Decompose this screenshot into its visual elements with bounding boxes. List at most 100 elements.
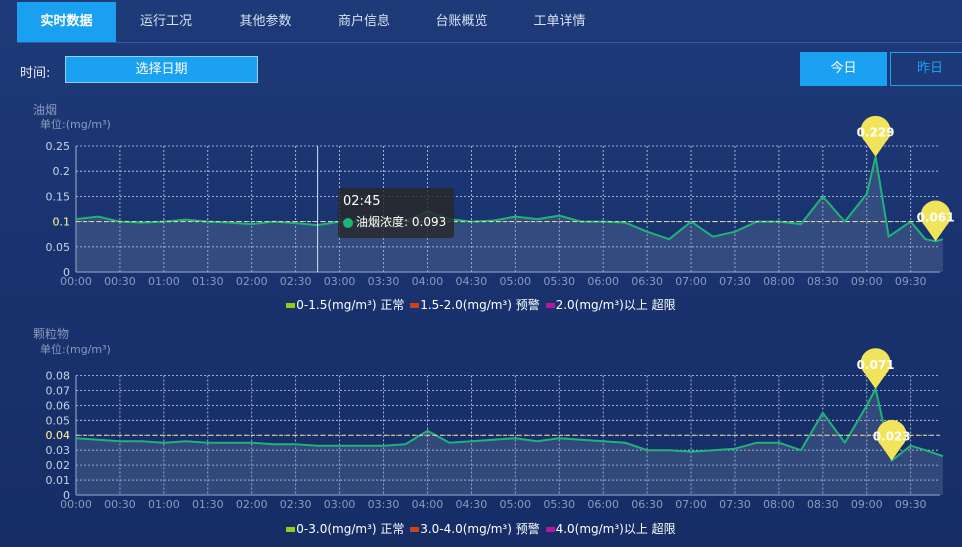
x-tick-label: 01:30 xyxy=(192,498,224,511)
y-tick-label: 0.05 xyxy=(46,241,71,254)
tab-operating-conditions[interactable]: 运行工况 xyxy=(116,2,216,42)
x-tick-label: 08:30 xyxy=(807,275,839,288)
tab-work-order-details[interactable]: 工单详情 xyxy=(510,2,609,42)
particulate-legend: 0-3.0(mg/m³) 正常 3.0-4.0(mg/m³) 预警 4.0(mg… xyxy=(0,520,962,537)
x-tick-label: 07:00 xyxy=(675,275,707,288)
max-min-marker: 0.071 xyxy=(857,348,895,389)
x-tick-label: 05:30 xyxy=(543,498,575,511)
legend-warning-label: 1.5-2.0(mg/m³) 预警 xyxy=(420,298,540,312)
legend-over-label: 2.0(mg/m³)以上 超限 xyxy=(555,298,676,312)
legend-over-label: 4.0(mg/m³)以上 超限 xyxy=(555,522,676,536)
x-tick-label: 07:00 xyxy=(675,498,707,511)
marker-label: 0.061 xyxy=(917,210,955,224)
x-tick-label: 08:00 xyxy=(763,498,795,511)
threshold-label: 0.1 xyxy=(53,216,71,229)
x-tick-label: 01:00 xyxy=(148,275,180,288)
legend-over-swatch xyxy=(545,303,555,308)
tooltip-value: 0.093 xyxy=(411,215,447,229)
x-tick-label: 00:00 xyxy=(60,275,92,288)
x-tick-label: 03:30 xyxy=(368,498,400,511)
x-tick-label: 04:00 xyxy=(412,275,444,288)
tab-merchant-info[interactable]: 商户信息 xyxy=(315,2,413,42)
legend-normal-swatch xyxy=(286,303,296,308)
x-tick-label: 04:30 xyxy=(456,498,488,511)
tab-bar: 实时数据 运行工况 其他参数 商户信息 台账概览 工单详情 xyxy=(17,2,609,42)
x-tick-label: 04:30 xyxy=(456,275,488,288)
oil-fume-chart: 油烟单位:(mg/m³)00.050.10.150.20.2500:00 00:3… xyxy=(33,103,955,288)
particulate-chart: 颗粒物单位:(mg/m³)00.010.020.030.040.050.060.… xyxy=(33,326,944,511)
x-tick-label: 07:30 xyxy=(719,498,751,511)
x-tick-label: 06:00 xyxy=(587,498,619,511)
time-label: 时间: xyxy=(20,66,51,81)
x-tick-label: 05:00 xyxy=(499,275,531,288)
x-tick-label: 00:30 xyxy=(104,498,136,511)
x-tick-label: 05:00 xyxy=(499,498,531,511)
x-tick-label: 09:00 xyxy=(851,498,883,511)
y-tick-label: 0.02 xyxy=(46,459,71,472)
tab-other-params[interactable]: 其他参数 xyxy=(216,2,315,42)
y-tick-label: 0.07 xyxy=(46,384,71,397)
series-area xyxy=(76,156,943,272)
tab-realtime-data[interactable]: 实时数据 xyxy=(17,2,116,42)
x-tick-label: 09:00 xyxy=(851,275,883,288)
today-button[interactable]: 今日 xyxy=(800,52,887,86)
x-tick-label: 01:00 xyxy=(148,498,180,511)
x-tick-label: 02:00 xyxy=(236,275,268,288)
x-tick-label: 02:30 xyxy=(280,498,312,511)
tab-divider xyxy=(17,42,962,43)
marker-label: 0.071 xyxy=(857,358,895,372)
x-tick-label: 05:30 xyxy=(543,275,575,288)
tooltip-series-label: 油烟浓度 xyxy=(356,215,405,229)
legend-over-swatch xyxy=(545,527,555,532)
x-tick-label: 00:00 xyxy=(60,498,92,511)
x-tick-label: 06:30 xyxy=(631,275,663,288)
legend-warning-swatch xyxy=(410,303,420,308)
max-min-marker: 0.229 xyxy=(857,115,895,157)
legend-warning-swatch xyxy=(410,527,420,532)
y-tick-label: 0.05 xyxy=(46,414,71,427)
legend-normal[interactable]: 0-1.5(mg/m³) 正常 xyxy=(286,298,404,312)
tooltip-time: 02:45 xyxy=(343,194,381,209)
x-tick-label: 00:30 xyxy=(104,275,136,288)
legend-normal-label: 0-1.5(mg/m³) 正常 xyxy=(296,298,405,312)
legend-warning-label: 3.0-4.0(mg/m³) 预警 xyxy=(420,522,540,536)
marker-label: 0.229 xyxy=(857,126,895,140)
y-tick-label: 0.03 xyxy=(46,444,71,457)
x-tick-label: 03:30 xyxy=(368,275,400,288)
y-tick-label: 0.2 xyxy=(53,165,71,178)
y-tick-label: 0.15 xyxy=(46,190,71,203)
marker-label: 0.023 xyxy=(873,430,911,444)
x-tick-label: 08:30 xyxy=(807,498,839,511)
threshold-label: 0.04 xyxy=(46,429,71,442)
chart-tooltip: 02:45 油烟浓度: 0.093 xyxy=(338,188,454,238)
tooltip-row: 油烟浓度: 0.093 xyxy=(343,213,449,230)
x-tick-label: 02:00 xyxy=(236,498,268,511)
series-dot-icon xyxy=(343,217,353,228)
legend-warning[interactable]: 3.0-4.0(mg/m³) 预警 xyxy=(410,522,540,536)
x-tick-label: 07:30 xyxy=(719,275,751,288)
legend-warning[interactable]: 1.5-2.0(mg/m³) 预警 xyxy=(410,298,540,312)
legend-over[interactable]: 4.0(mg/m³)以上 超限 xyxy=(545,522,676,536)
select-date-button[interactable]: 选择日期 xyxy=(65,56,258,83)
chart-title: 颗粒物 xyxy=(33,326,69,341)
y-tick-label: 0.01 xyxy=(46,474,71,487)
x-tick-label: 08:00 xyxy=(763,275,795,288)
x-tick-label: 06:00 xyxy=(587,275,619,288)
x-tick-label: 04:00 xyxy=(412,498,444,511)
chart-unit: 单位:(mg/m³) xyxy=(40,342,111,356)
legend-normal[interactable]: 0-3.0(mg/m³) 正常 xyxy=(286,522,404,536)
x-tick-label: 02:30 xyxy=(280,275,312,288)
legend-normal-swatch xyxy=(286,527,296,532)
x-tick-label: 01:30 xyxy=(192,275,224,288)
x-tick-label: 06:30 xyxy=(631,498,663,511)
tab-ledger-overview[interactable]: 台账概览 xyxy=(413,2,510,42)
legend-over[interactable]: 2.0(mg/m³)以上 超限 xyxy=(545,298,676,312)
x-tick-label: 03:00 xyxy=(324,275,356,288)
yesterday-button[interactable]: 昨日 xyxy=(890,52,962,86)
oil-fume-legend: 0-1.5(mg/m³) 正常 1.5-2.0(mg/m³) 预警 2.0(mg… xyxy=(0,296,962,313)
chart-title: 油烟 xyxy=(33,103,57,117)
x-tick-label: 03:00 xyxy=(324,498,356,511)
chart-unit: 单位:(mg/m³) xyxy=(40,117,111,131)
y-tick-label: 0.06 xyxy=(46,399,71,412)
x-tick-label: 09:30 xyxy=(895,275,927,288)
